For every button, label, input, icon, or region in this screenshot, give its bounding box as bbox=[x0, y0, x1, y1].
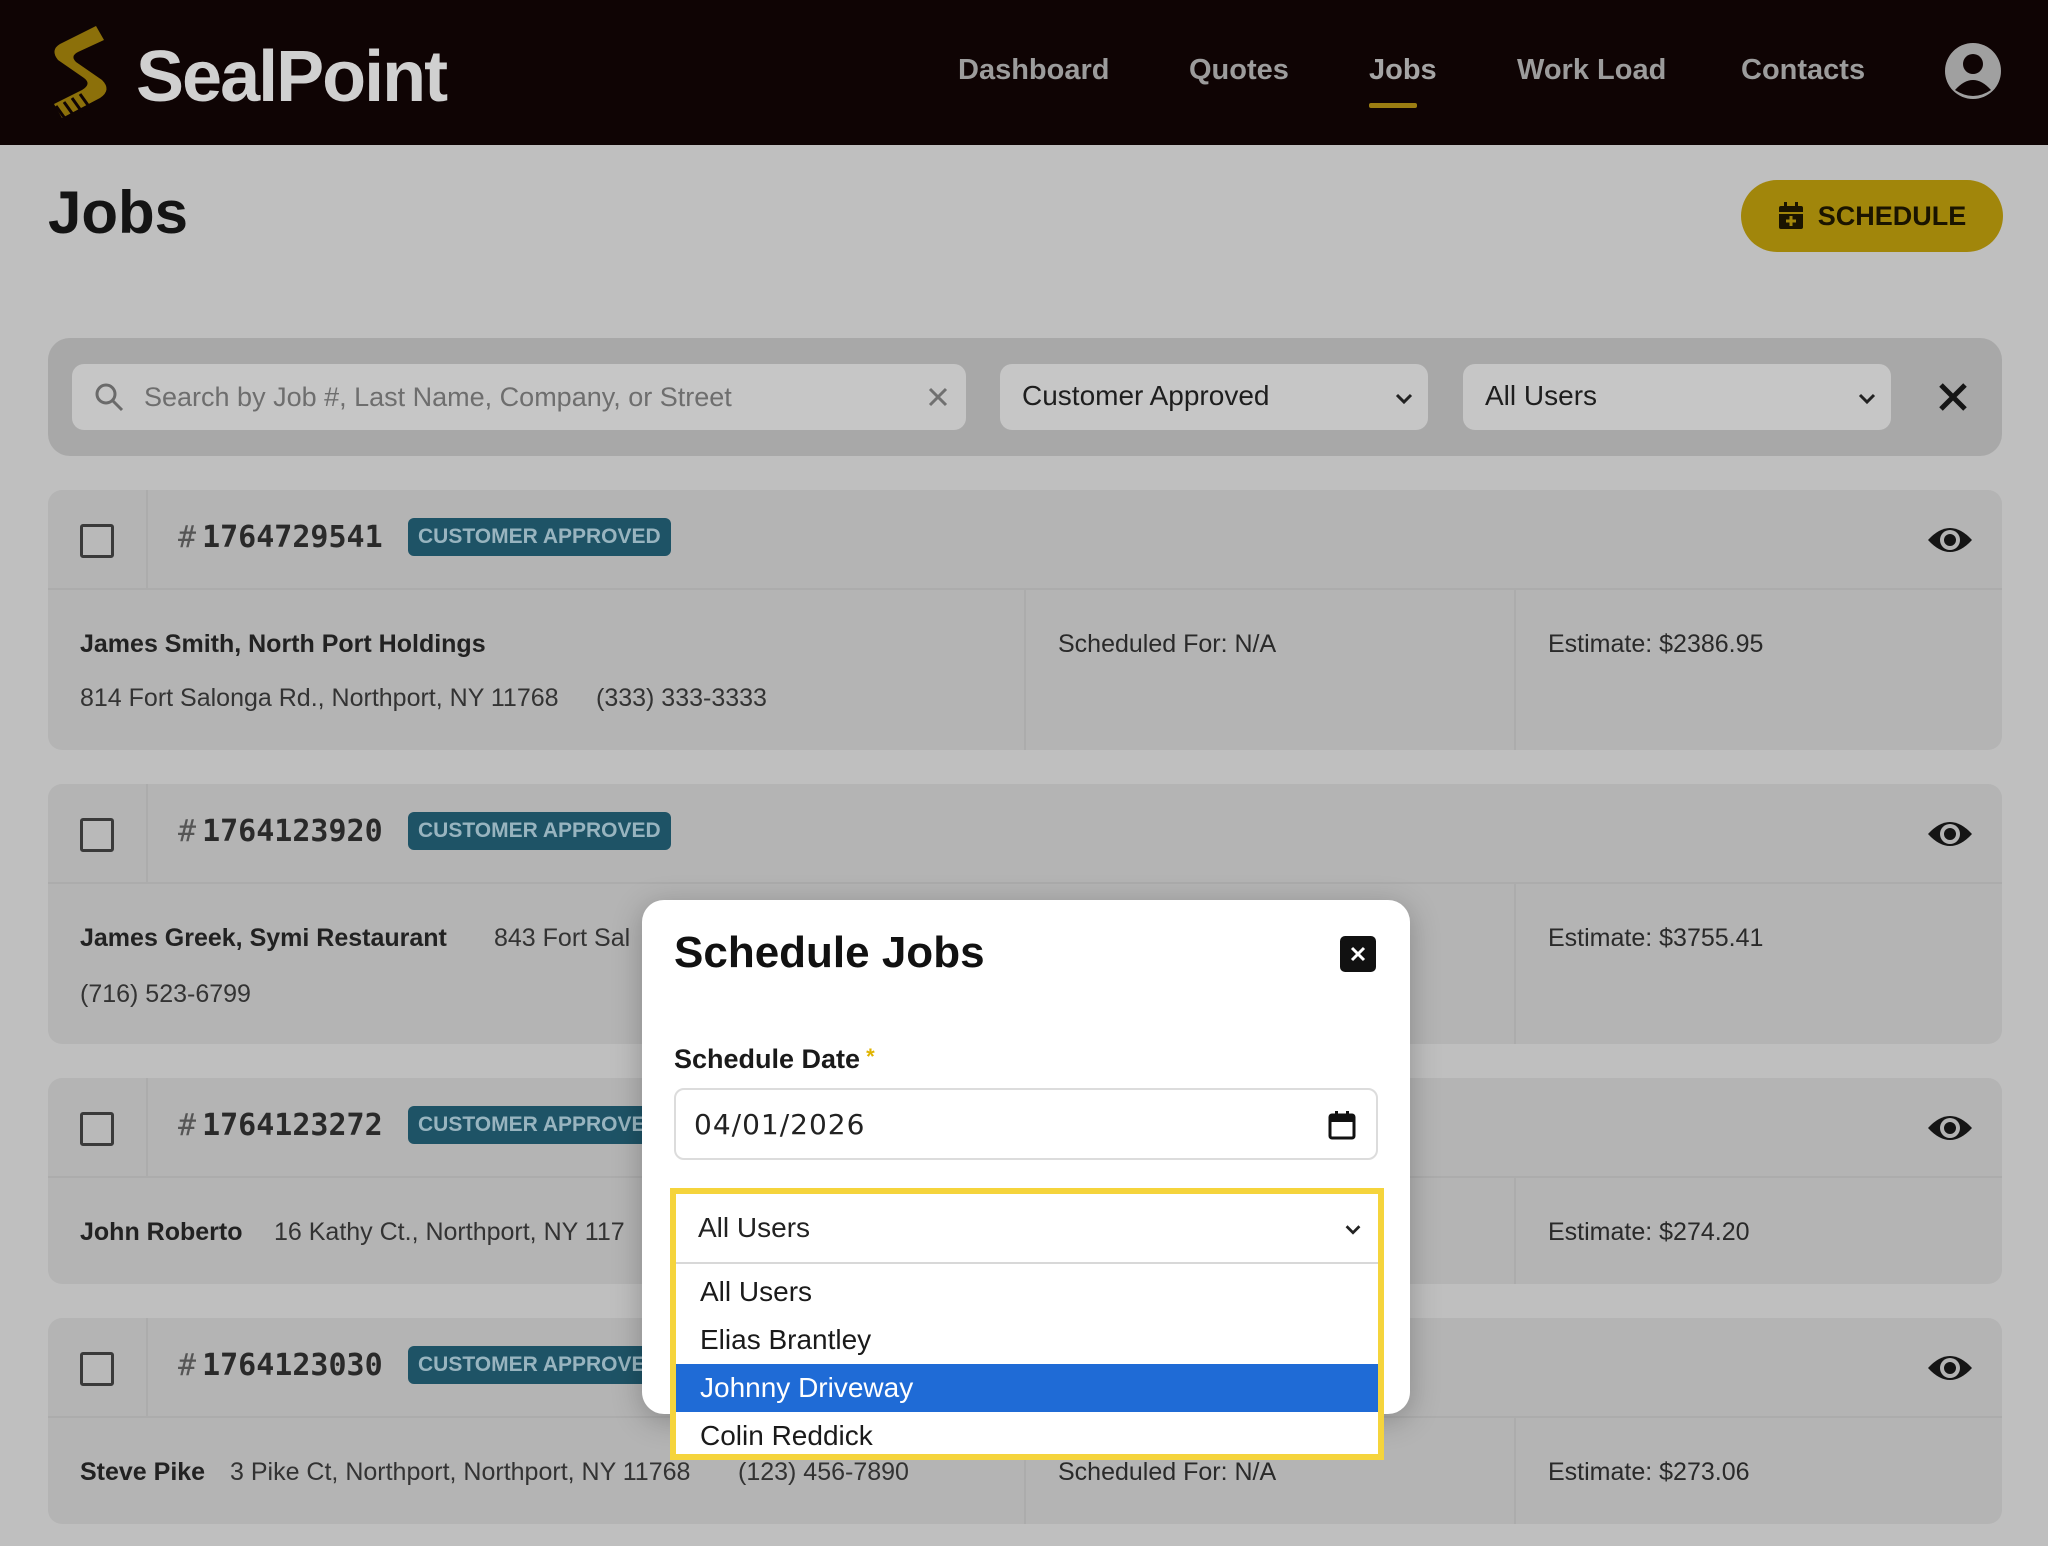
search-field[interactable] bbox=[72, 364, 966, 430]
job-number[interactable]: #1764123030 bbox=[178, 1348, 383, 1383]
nav-contacts[interactable]: Contacts bbox=[1741, 54, 1865, 87]
user-filter-value: All Users bbox=[1485, 380, 1598, 411]
customer-name-text: James Greek, Symi Restaurant bbox=[80, 924, 447, 952]
card-divider bbox=[146, 490, 148, 590]
job-select-checkbox[interactable] bbox=[80, 1112, 114, 1146]
job-select-checkbox[interactable] bbox=[80, 1352, 114, 1386]
job-number-value: 1764123920 bbox=[202, 814, 383, 849]
column-divider bbox=[1024, 590, 1026, 750]
column-divider bbox=[1514, 1418, 1516, 1524]
nav-quotes[interactable]: Quotes bbox=[1189, 54, 1289, 87]
chevron-down-icon bbox=[1345, 1225, 1361, 1235]
job-number[interactable]: #1764123272 bbox=[178, 1108, 383, 1143]
clear-search-icon[interactable] bbox=[924, 383, 952, 411]
column-divider bbox=[1514, 884, 1516, 1044]
user-option-all-users[interactable]: All Users bbox=[676, 1268, 1378, 1316]
estimate: Estimate: $3755.41 bbox=[1548, 924, 1764, 952]
schedule-date-input[interactable]: 04/01/2026 bbox=[674, 1088, 1378, 1160]
job-address: 16 Kathy Ct., Northport, NY 117 bbox=[274, 1218, 625, 1246]
nav-jobs[interactable]: Jobs bbox=[1369, 54, 1437, 87]
column-divider bbox=[1514, 1178, 1516, 1284]
customer-name: John Roberto bbox=[80, 1218, 243, 1247]
user-option-elias-brantley[interactable]: Elias Brantley bbox=[676, 1316, 1378, 1364]
hash-icon: # bbox=[178, 520, 197, 555]
job-number-value: 1764123030 bbox=[202, 1348, 383, 1383]
job-select-checkbox[interactable] bbox=[80, 524, 114, 558]
nav-work-load[interactable]: Work Load bbox=[1517, 54, 1666, 87]
logo-mark-icon bbox=[54, 26, 107, 121]
schedule-date-label: Schedule Date * bbox=[674, 1044, 875, 1075]
job-number-value: 1764123272 bbox=[202, 1108, 383, 1143]
assign-user-dropdown: All Users All Users Elias Brantley Johnn… bbox=[670, 1188, 1384, 1460]
view-eye-icon[interactable] bbox=[1926, 1348, 1974, 1388]
status-badge: CUSTOMER APPROVE bbox=[408, 1106, 656, 1144]
status-badge: CUSTOMER APPROVED bbox=[408, 812, 671, 850]
job-number-value: 1764729541 bbox=[202, 520, 383, 555]
status-filter-select[interactable]: Customer Approved bbox=[1000, 364, 1428, 430]
card-divider bbox=[146, 784, 148, 884]
customer-name-text: John Roberto bbox=[80, 1218, 243, 1246]
status-badge: CUSTOMER APPROVE bbox=[408, 1346, 656, 1384]
customer-name: Steve Pike bbox=[80, 1458, 205, 1487]
close-icon bbox=[1350, 946, 1366, 962]
user-option-johnny-driveway[interactable]: Johnny Driveway bbox=[676, 1364, 1378, 1412]
column-divider bbox=[1514, 590, 1516, 750]
page-title: Jobs bbox=[48, 179, 189, 246]
user-filter-select[interactable]: All Users bbox=[1463, 364, 1891, 430]
chevron-down-icon bbox=[1395, 393, 1413, 405]
hash-icon: # bbox=[178, 814, 197, 849]
schedule-button-label: SCHEDULE bbox=[1817, 200, 1967, 231]
top-navigation-bar: SealPoint Dashboard Quotes Jobs Work Loa… bbox=[0, 0, 2048, 145]
clear-filters-icon[interactable] bbox=[1936, 380, 1970, 414]
user-option-colin-reddick[interactable]: Colin Reddick bbox=[676, 1412, 1378, 1460]
logo-wordmark: SealPoint bbox=[136, 37, 448, 117]
view-eye-icon[interactable] bbox=[1926, 1108, 1974, 1148]
schedule-date-value: 04/01/2026 bbox=[694, 1108, 866, 1141]
job-phone: (123) 456-7890 bbox=[738, 1458, 909, 1486]
estimate: Estimate: $273.06 bbox=[1548, 1458, 1750, 1486]
hash-icon: # bbox=[178, 1348, 197, 1383]
job-card: #1764729541 CUSTOMER APPROVED James Smit… bbox=[48, 490, 2002, 750]
job-address: 843 Fort Sal bbox=[494, 924, 631, 952]
scheduled-for: Scheduled For: N/A bbox=[1058, 1458, 1277, 1486]
estimate: Estimate: $2386.95 bbox=[1548, 630, 1764, 658]
view-eye-icon[interactable] bbox=[1926, 814, 1974, 854]
nav-active-indicator bbox=[1369, 103, 1417, 108]
search-icon bbox=[95, 383, 124, 412]
card-divider bbox=[146, 1078, 148, 1178]
customer-name-text: Steve Pike bbox=[80, 1458, 206, 1486]
user-account-icon[interactable] bbox=[1944, 42, 2002, 100]
customer-name: James Smith, North Port Holdings bbox=[80, 630, 486, 659]
calendar-icon[interactable] bbox=[1328, 1110, 1356, 1140]
estimate: Estimate: $274.20 bbox=[1548, 1218, 1750, 1246]
nav-dashboard[interactable]: Dashboard bbox=[958, 54, 1109, 87]
scheduled-for: Scheduled For: N/A bbox=[1058, 630, 1277, 658]
job-number[interactable]: #1764729541 bbox=[178, 520, 383, 555]
customer-name: James Greek, Symi Restaurant bbox=[80, 924, 447, 953]
view-eye-icon[interactable] bbox=[1926, 520, 1974, 560]
job-select-checkbox[interactable] bbox=[80, 818, 114, 852]
status-filter-value: Customer Approved bbox=[1022, 380, 1270, 411]
search-input[interactable] bbox=[144, 364, 904, 430]
status-badge: CUSTOMER APPROVED bbox=[408, 518, 671, 556]
chevron-down-icon bbox=[1858, 393, 1876, 405]
required-marker: * bbox=[866, 1044, 875, 1069]
job-phone: (716) 523-6799 bbox=[80, 980, 251, 1008]
calendar-plus-icon bbox=[1778, 202, 1803, 229]
schedule-button[interactable]: SCHEDULE bbox=[1741, 180, 2003, 252]
card-divider bbox=[146, 1318, 148, 1418]
modal-title: Schedule Jobs bbox=[674, 928, 985, 977]
assign-user-value: All Users bbox=[698, 1212, 811, 1243]
customer-name-text: James Smith, North Port Holdings bbox=[80, 630, 486, 658]
assign-user-select[interactable]: All Users bbox=[676, 1194, 1378, 1264]
modal-close-button[interactable] bbox=[1340, 936, 1376, 972]
job-number[interactable]: #1764123920 bbox=[178, 814, 383, 849]
job-address: 814 Fort Salonga Rd., Northport, NY 1176… bbox=[80, 684, 559, 712]
job-address: 3 Pike Ct, Northport, Northport, NY 1176… bbox=[230, 1458, 691, 1486]
job-phone: (333) 333-3333 bbox=[596, 684, 767, 712]
schedule-date-label-text: Schedule Date bbox=[674, 1044, 861, 1074]
sealpoint-logo[interactable]: SealPoint bbox=[44, 22, 448, 122]
hash-icon: # bbox=[178, 1108, 197, 1143]
